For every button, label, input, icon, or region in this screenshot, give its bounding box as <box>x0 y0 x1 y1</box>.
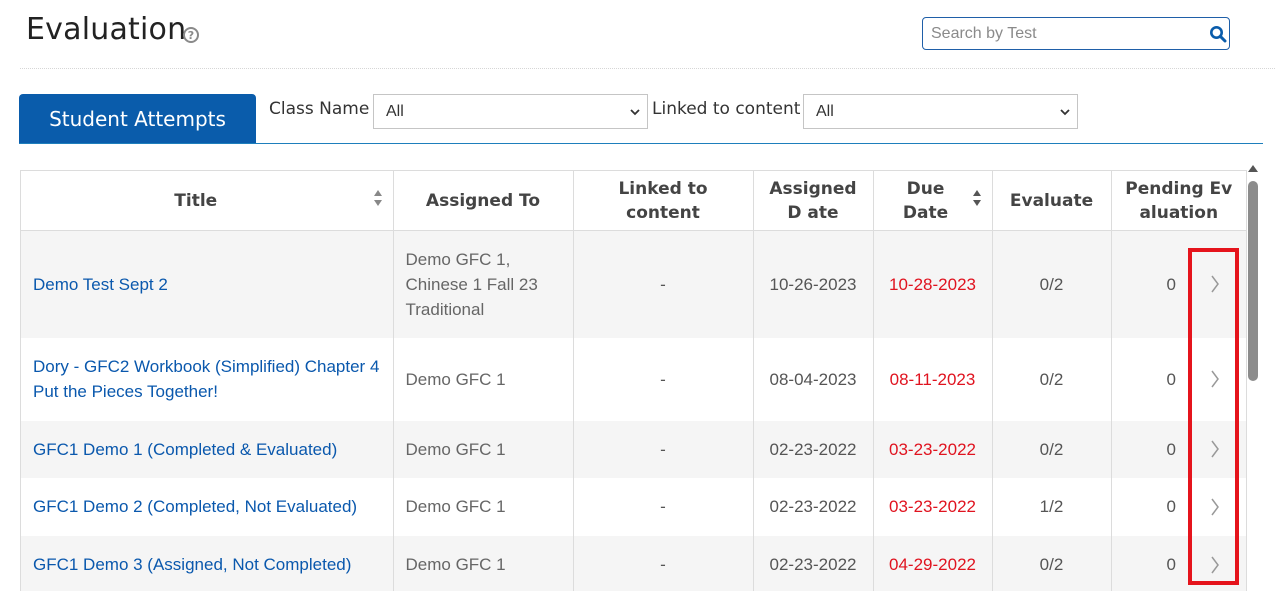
class-name-select[interactable]: All <box>373 94 648 129</box>
assigned-date-cell: 02-23-2022 <box>753 420 874 478</box>
pending-count: 0 <box>1166 497 1176 516</box>
column-header-linked-content: Linked to content <box>573 170 754 231</box>
chevron-right-icon[interactable] <box>1210 439 1220 459</box>
table-row[interactable]: Dory - GFC2 Workbook (Simplified) Chapte… <box>21 337 1246 421</box>
column-header-title-label: Title <box>174 190 218 211</box>
test-title-link[interactable]: Demo Test Sept 2 <box>21 230 394 338</box>
linked-content-select-value: All <box>816 103 834 120</box>
evaluate-cell: 0/2 <box>992 230 1112 338</box>
assigned-to-cell: Demo GFC 1, Chinese 1 Fall 23 Traditiona… <box>393 230 574 338</box>
assigned-to-cell: Demo GFC 1 <box>393 337 574 421</box>
pending-evaluation-cell: 0 <box>1111 230 1246 338</box>
due-date-cell: 10-28-2023 <box>873 230 993 338</box>
assigned-to-cell: Demo GFC 1 <box>393 535 574 591</box>
assigned-date-cell: 10-26-2023 <box>753 230 874 338</box>
due-date-cell: 08-11-2023 <box>873 337 993 421</box>
evaluate-cell: 0/2 <box>992 420 1112 478</box>
class-name-select-value: All <box>386 103 404 120</box>
search-box[interactable] <box>922 17 1230 50</box>
test-title-link[interactable]: Dory - GFC2 Workbook (Simplified) Chapte… <box>21 337 394 421</box>
test-title-link[interactable]: GFC1 Demo 1 (Completed & Evaluated) <box>21 420 394 478</box>
sort-icon[interactable] <box>373 187 383 209</box>
evaluate-cell: 0/2 <box>992 337 1112 421</box>
chevron-down-icon <box>1060 109 1070 116</box>
chevron-right-icon[interactable] <box>1210 555 1220 575</box>
linked-content-cell: - <box>573 477 754 536</box>
pending-count: 0 <box>1166 274 1176 294</box>
pending-evaluation-cell: 0 <box>1111 535 1246 591</box>
evaluate-cell: 1/2 <box>992 477 1112 536</box>
linked-content-select[interactable]: All <box>803 94 1078 129</box>
assigned-to-cell: Demo GFC 1 <box>393 420 574 478</box>
linked-content-cell: - <box>573 535 754 591</box>
pending-count: 0 <box>1166 555 1176 574</box>
table-row[interactable]: GFC1 Demo 2 (Completed, Not Evaluated) D… <box>21 477 1246 536</box>
pending-count: 0 <box>1166 369 1176 389</box>
evaluate-cell: 0/2 <box>992 535 1112 591</box>
pending-count: 0 <box>1166 439 1176 459</box>
column-header-due-date[interactable]: Due Date <box>873 170 993 231</box>
search-icon[interactable] <box>1209 25 1227 43</box>
sort-icon[interactable] <box>972 187 982 209</box>
table-row[interactable]: Demo Test Sept 2 Demo GFC 1, Chinese 1 F… <box>21 230 1246 338</box>
chevron-right-icon[interactable] <box>1210 274 1220 294</box>
assigned-to-cell: Demo GFC 1 <box>393 477 574 536</box>
page-title: Evaluation <box>26 12 187 47</box>
linked-content-label: Linked to content <box>652 99 801 119</box>
title-divider <box>20 68 1275 69</box>
due-date-cell: 03-23-2022 <box>873 420 993 478</box>
assigned-date-cell: 08-04-2023 <box>753 337 874 421</box>
test-title-link[interactable]: GFC1 Demo 3 (Assigned, Not Completed) <box>21 535 394 591</box>
scroll-up-arrow-icon[interactable] <box>1248 163 1258 173</box>
question-circle-icon[interactable]: ? <box>183 27 199 43</box>
due-date-cell: 04-29-2022 <box>873 535 993 591</box>
linked-content-cell: - <box>573 230 754 338</box>
column-header-title[interactable]: Title <box>21 170 394 231</box>
linked-content-cell: - <box>573 420 754 478</box>
table-row[interactable]: GFC1 Demo 1 (Completed & Evaluated) Demo… <box>21 420 1246 478</box>
table-row[interactable]: GFC1 Demo 3 (Assigned, Not Completed) De… <box>21 535 1246 591</box>
scrollbar[interactable] <box>1246 163 1260 591</box>
pending-evaluation-cell: 0 <box>1111 477 1246 536</box>
pending-evaluation-cell: 0 <box>1111 420 1246 478</box>
class-name-label: Class Name <box>269 99 370 119</box>
tab-underline <box>19 143 1263 144</box>
column-header-assigned-date: Assigned D ate <box>753 170 874 231</box>
column-header-due-date-label: Due Date <box>902 178 949 223</box>
due-date-cell: 03-23-2022 <box>873 477 993 536</box>
scroll-thumb[interactable] <box>1248 181 1258 381</box>
assigned-date-cell: 02-23-2022 <box>753 477 874 536</box>
column-header-pending-evaluation: Pending Ev aluation <box>1111 170 1246 231</box>
assigned-date-cell: 02-23-2022 <box>753 535 874 591</box>
column-header-assigned-to: Assigned To <box>393 170 574 231</box>
search-input[interactable] <box>923 18 1203 49</box>
pending-evaluation-cell: 0 <box>1111 337 1246 421</box>
chevron-right-icon[interactable] <box>1210 497 1220 517</box>
column-header-evaluate: Evaluate <box>992 170 1112 231</box>
test-title-link[interactable]: GFC1 Demo 2 (Completed, Not Evaluated) <box>21 477 394 536</box>
tab-student-attempts[interactable]: Student Attempts <box>19 94 256 144</box>
chevron-right-icon[interactable] <box>1210 369 1220 389</box>
chevron-down-icon <box>630 109 640 116</box>
linked-content-cell: - <box>573 337 754 421</box>
evaluation-table: Title Assigned To Linked to content Assi… <box>20 170 1247 591</box>
